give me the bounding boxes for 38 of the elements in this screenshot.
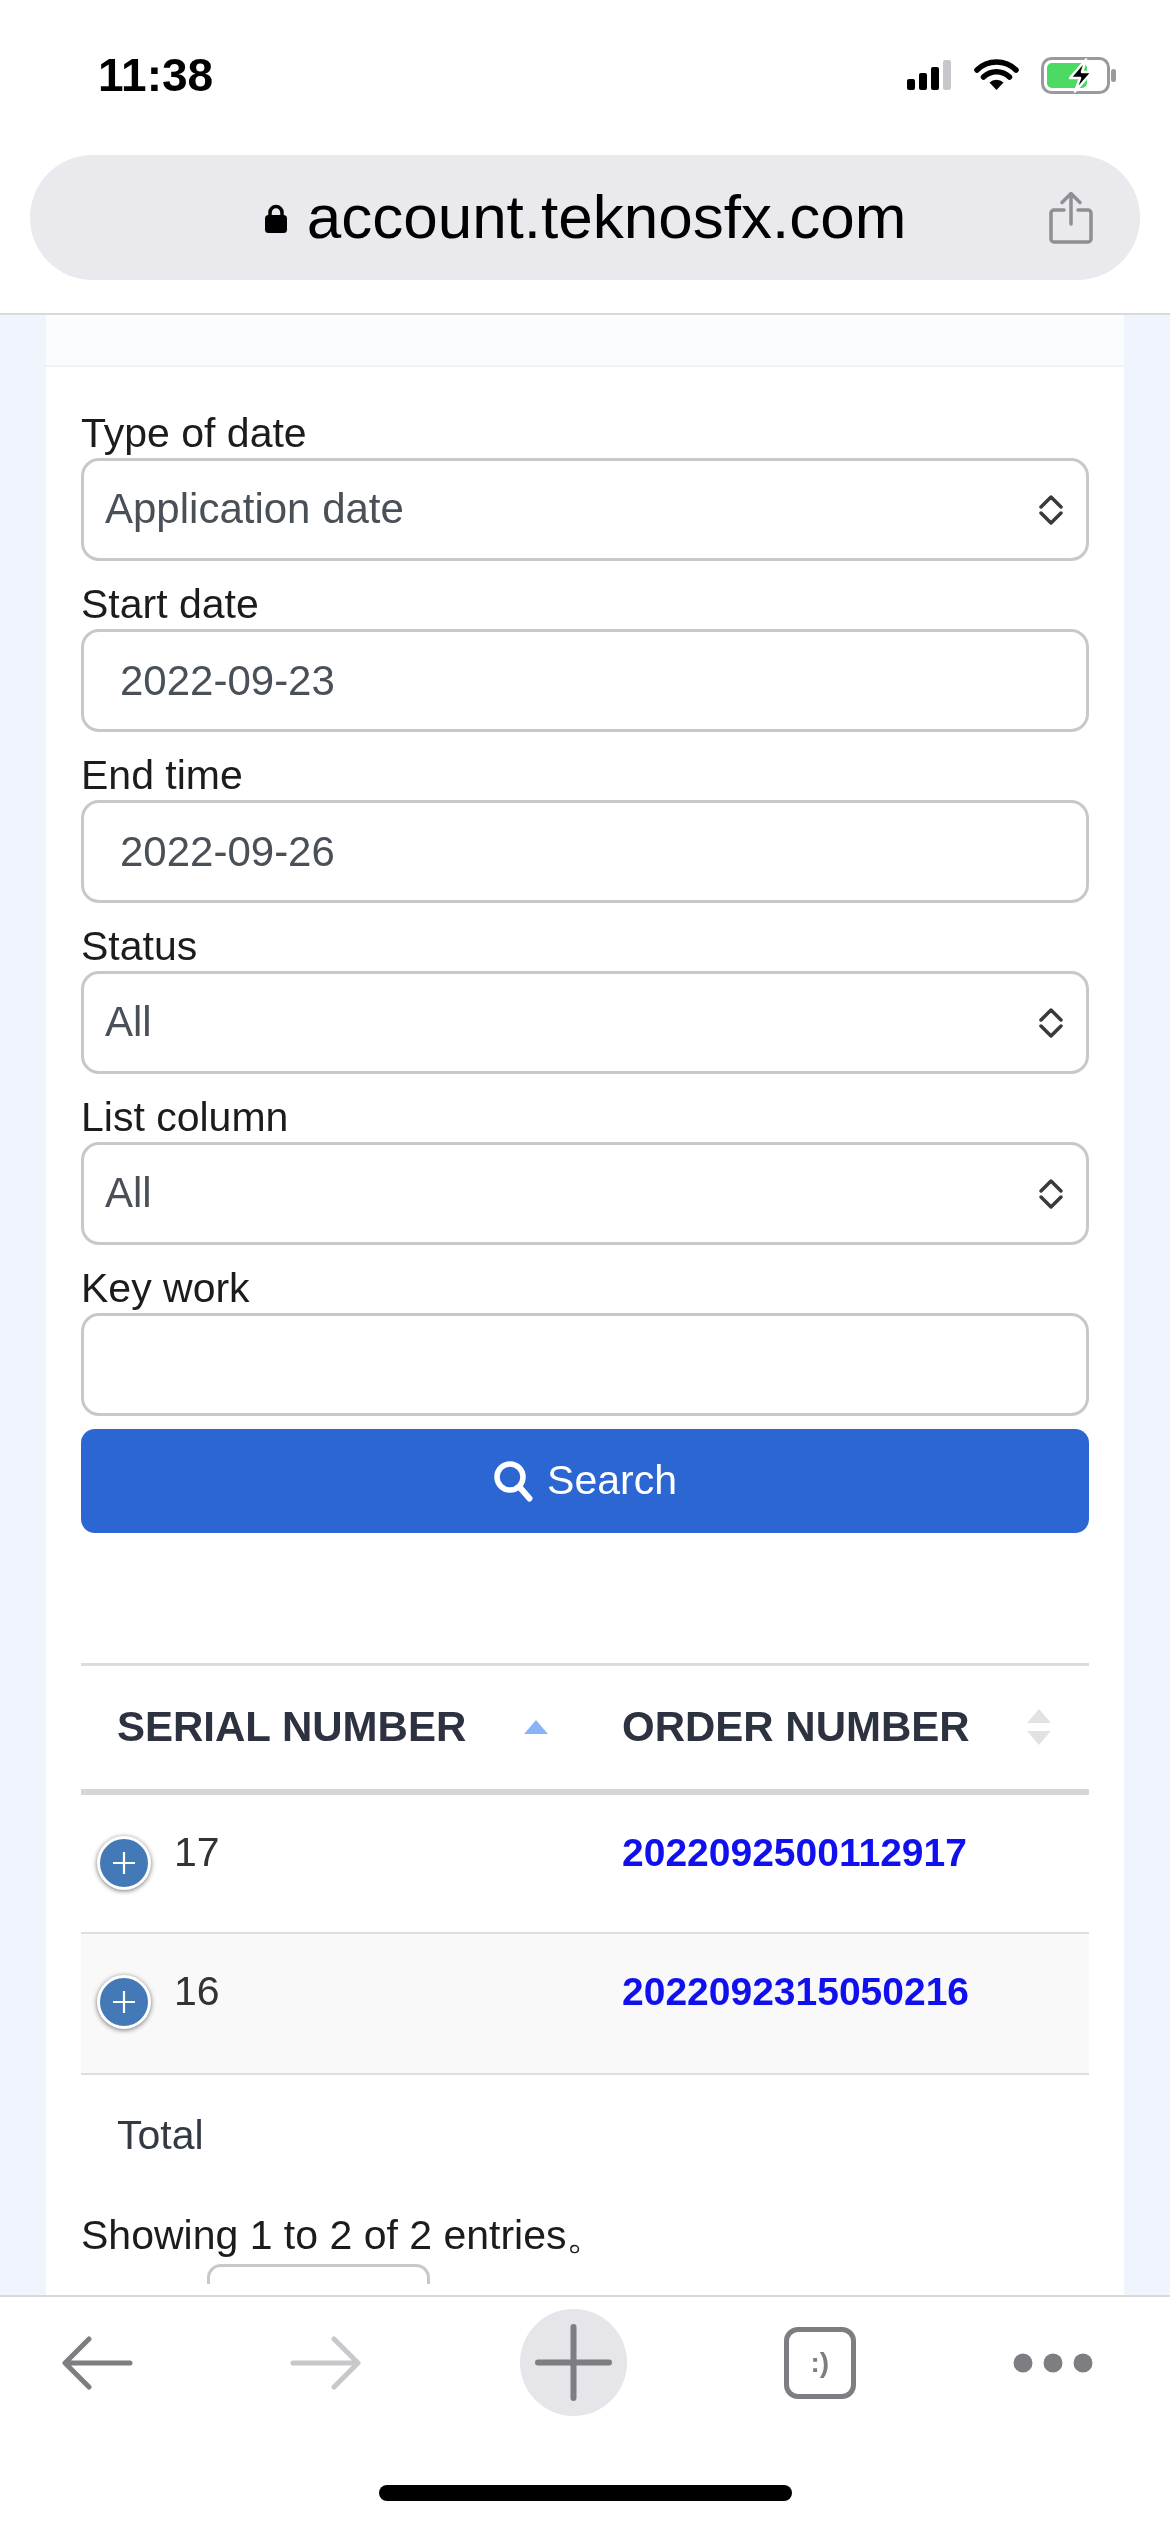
order-number-link[interactable]: 2022092500112917	[622, 1830, 967, 1874]
plus-circle-icon[interactable]	[97, 1974, 151, 2029]
field-label: End time	[81, 751, 244, 800]
page-length-field[interactable]	[207, 2263, 430, 2284]
search-button[interactable]: Search	[81, 1429, 1089, 1533]
select-field[interactable]: All	[81, 1142, 1089, 1245]
more-icon[interactable]	[1013, 2352, 1093, 2373]
clock-time: 11:38	[98, 52, 214, 98]
tabs-button[interactable]: :)	[783, 2326, 856, 2399]
date-field[interactable]: 2022-09-26	[81, 800, 1089, 903]
serial-number: 17	[174, 1827, 220, 1876]
share-icon[interactable]	[1049, 191, 1093, 244]
battery-charging-icon	[1041, 56, 1117, 94]
back-arrow-icon[interactable]	[61, 2335, 133, 2390]
date-field[interactable]: 2022-09-23	[81, 629, 1089, 732]
field-label: List column	[81, 1093, 290, 1142]
chevron-up-down-icon	[1038, 1176, 1064, 1211]
field-label: Status	[81, 922, 199, 971]
search-icon	[493, 1460, 534, 1502]
serial-number: 16	[174, 1966, 220, 2015]
text-field[interactable]	[81, 1313, 1089, 1416]
select-field[interactable]: Application date	[81, 458, 1089, 561]
url-text: account.teknosfx.com	[306, 183, 907, 252]
plus-icon[interactable]	[519, 2309, 627, 2416]
select-field[interactable]: All	[81, 971, 1089, 1074]
field-label: Type of date	[81, 409, 308, 458]
sort-ascending-icon[interactable]	[524, 1720, 548, 1735]
address-bar[interactable]: account.teknosfx.com	[30, 155, 1140, 280]
signal-icon	[907, 60, 952, 90]
table-info-text: Showing 1 to 2 of 2 entries。	[81, 2210, 609, 2259]
field-label: Key work	[81, 1264, 251, 1313]
chevron-up-down-icon	[1038, 492, 1064, 527]
column-header[interactable]: ORDER NUMBER	[622, 1702, 970, 1753]
wifi-icon	[974, 59, 1019, 91]
column-header[interactable]: SERIAL NUMBER	[117, 1702, 467, 1753]
field-label: Start date	[81, 580, 260, 629]
chevron-up-down-icon	[1038, 1005, 1064, 1040]
total-label: Total	[117, 2111, 204, 2158]
